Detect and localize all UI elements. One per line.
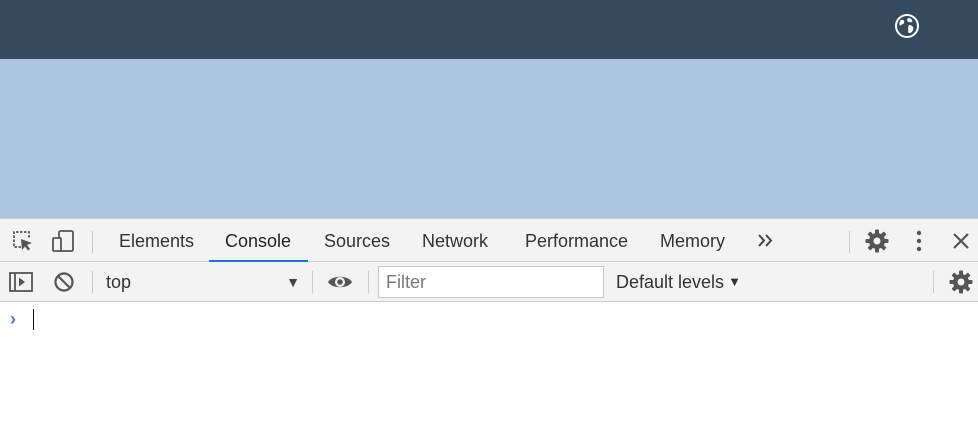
sidebar-toggle-icon[interactable] bbox=[8, 269, 34, 295]
site-header bbox=[0, 0, 978, 59]
clear-console-icon[interactable] bbox=[51, 269, 77, 295]
prompt-chevron-icon: › bbox=[10, 309, 16, 329]
page-content-area bbox=[0, 59, 978, 218]
dropdown-arrow-icon: ▼ bbox=[286, 274, 300, 290]
devtools-panel: Elements Console Sources Network Perform… bbox=[0, 218, 978, 443]
inspect-element-icon[interactable] bbox=[10, 228, 36, 254]
tab-elements[interactable]: Elements bbox=[107, 219, 206, 262]
tab-performance[interactable]: Performance bbox=[513, 219, 640, 262]
context-selector-value: top bbox=[106, 272, 132, 292]
tab-console[interactable]: Console bbox=[209, 219, 308, 262]
devtools-tabbar: Elements Console Sources Network Perform… bbox=[0, 219, 978, 262]
console-output[interactable]: › bbox=[0, 303, 978, 443]
log-levels-dropdown[interactable]: Default levels ▼ bbox=[616, 267, 741, 297]
console-toolbar: top ▼ Default levels▼ bbox=[0, 262, 978, 302]
dropdown-arrow-icon: ▼ bbox=[728, 274, 741, 289]
filter-input[interactable] bbox=[378, 266, 604, 298]
log-levels-label: Default levels bbox=[616, 272, 725, 292]
eye-icon[interactable] bbox=[327, 269, 353, 295]
tab-network[interactable]: Network bbox=[410, 219, 500, 262]
separator bbox=[92, 271, 93, 293]
console-prompt-input[interactable] bbox=[34, 305, 964, 333]
gear-icon[interactable] bbox=[948, 269, 974, 295]
device-toolbar-icon[interactable] bbox=[50, 228, 76, 254]
separator bbox=[849, 231, 850, 253]
tab-sources[interactable]: Sources bbox=[312, 219, 402, 262]
separator bbox=[933, 271, 934, 293]
separator bbox=[312, 271, 313, 293]
close-icon[interactable] bbox=[948, 228, 974, 254]
double-chevron-right-icon[interactable] bbox=[753, 228, 779, 254]
tab-memory[interactable]: Memory bbox=[648, 219, 737, 262]
separator bbox=[368, 271, 369, 293]
context-selector[interactable]: top ▼ bbox=[100, 267, 306, 297]
globe-icon[interactable] bbox=[894, 13, 920, 39]
kebab-menu-icon[interactable] bbox=[906, 228, 932, 254]
gear-icon[interactable] bbox=[864, 228, 890, 254]
separator bbox=[92, 231, 93, 253]
